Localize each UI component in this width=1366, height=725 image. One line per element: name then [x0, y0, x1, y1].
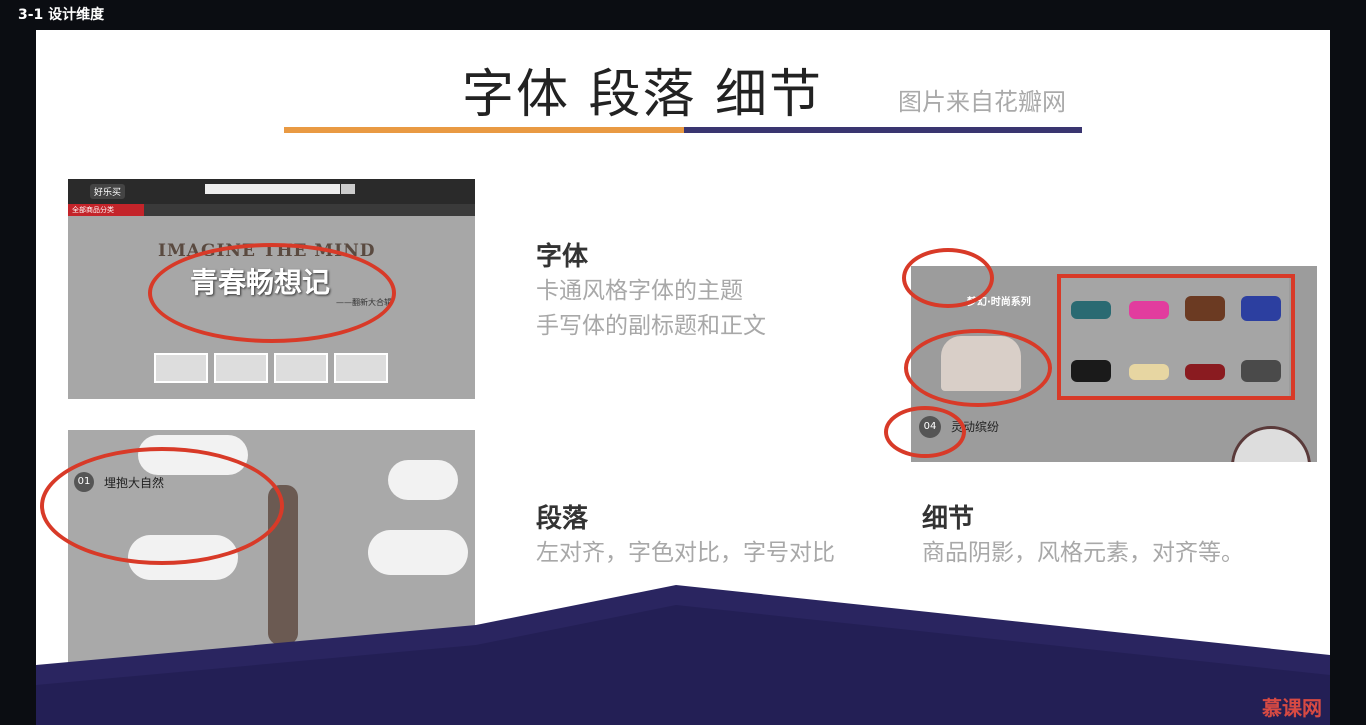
- slide-title: 字体 段落 细节: [462, 65, 824, 125]
- banner-search-box: [205, 184, 340, 194]
- banner-search-button: [341, 184, 355, 194]
- paragraph-desc: 左对齐，字色对比，字号对比: [536, 540, 835, 566]
- font-desc-line-2: 手写体的副标题和正文: [536, 313, 766, 339]
- navy-background-shape: [36, 585, 1330, 725]
- highlight-circle-banner-title: [148, 243, 396, 343]
- highlight-circle-badge: [884, 406, 966, 458]
- title-underline-navy: [684, 127, 1082, 133]
- highlight-circle-arrow: [902, 248, 994, 308]
- banner-navbar: 全部商品分类: [68, 204, 475, 216]
- highlight-circle-boot: [904, 329, 1052, 407]
- window-title: 3-1 设计维度: [0, 0, 1366, 30]
- font-heading: 字体: [536, 242, 589, 272]
- detail-desc: 商品阴影，风格元素，对齐等。: [922, 540, 1244, 566]
- slide: 字体 段落 细节 图片来自花瓣网 好乐买 全部商品分类 IMAGINE THE …: [36, 30, 1330, 725]
- highlight-rect-products: [1057, 274, 1295, 400]
- font-desc-line-1: 卡通风格字体的主题: [536, 278, 743, 304]
- clock-decoration: [1231, 426, 1311, 462]
- title-underline-orange: [284, 127, 684, 133]
- cloud-shape: [388, 460, 458, 500]
- banner-topbar: 好乐买: [68, 179, 475, 204]
- banner-thumb-3: [274, 353, 328, 383]
- slide-subtitle: 图片来自花瓣网: [898, 88, 1066, 116]
- detail-heading: 细节: [922, 504, 975, 534]
- highlight-circle-handwritten-text: [40, 447, 284, 565]
- banner-thumb-1: [154, 353, 208, 383]
- category-label: 全部商品分类: [68, 204, 144, 216]
- brand-logo: 好乐买: [90, 184, 126, 199]
- cloud-shape: [368, 530, 468, 575]
- imooc-logo: 慕课网: [1262, 696, 1322, 720]
- paragraph-heading: 段落: [536, 504, 589, 534]
- banner-thumb-2: [214, 353, 268, 383]
- banner-thumb-4: [334, 353, 388, 383]
